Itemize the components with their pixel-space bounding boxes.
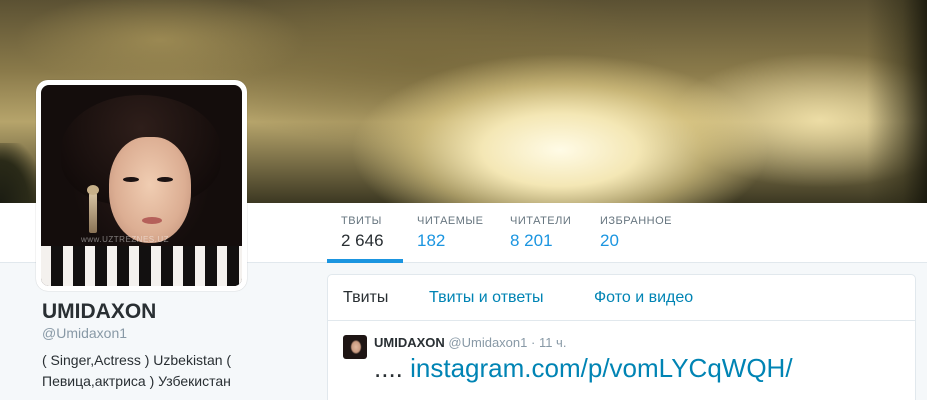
stat-following-value: 182 <box>417 231 446 250</box>
stat-followers-value: 8 201 <box>510 231 553 250</box>
stat-tweets-value: 2 646 <box>341 231 384 250</box>
avatar-eye-right <box>157 177 173 182</box>
timeline: Твиты Твиты и ответы Фото и видео UMIDAX… <box>327 274 916 400</box>
avatar-eye-left <box>123 177 139 182</box>
tab-tweets-and-replies[interactable]: Твиты и ответы <box>429 289 544 307</box>
avatar-earring <box>87 185 99 233</box>
tweet-header: UMIDAXON @Umidaxon1 · 11 ч. <box>374 335 566 350</box>
profile-name[interactable]: UMIDAXON <box>42 300 156 324</box>
tweet-avatar[interactable] <box>343 335 367 359</box>
tweet-author-name[interactable]: UMIDAXON <box>374 335 445 350</box>
tab-photos-and-videos[interactable]: Фото и видео <box>594 289 693 307</box>
stat-favorites-value: 20 <box>600 231 619 250</box>
avatar-dress <box>41 246 242 286</box>
tweet[interactable]: UMIDAXON @Umidaxon1 · 11 ч. .... instagr… <box>328 321 915 400</box>
stat-favorites[interactable]: ИЗБРАННОЕ 20 <box>600 203 672 263</box>
stat-tweets[interactable]: ТВИТЫ 2 646 <box>327 203 403 263</box>
tweet-text-prefix: .... <box>374 353 403 383</box>
tweet-timestamp[interactable]: 11 ч. <box>539 335 567 350</box>
stat-favorites-label: ИЗБРАННОЕ <box>600 215 672 227</box>
avatar-watermark: www.UZTREZNES.UZ <box>81 235 169 244</box>
tweet-separator: · <box>530 335 536 350</box>
tweet-text: .... instagram.com/p/vomLYCqWQH/ <box>374 353 793 384</box>
stat-followers-label: ЧИТАТЕЛИ <box>510 215 572 227</box>
banner-tree-left <box>0 143 40 203</box>
banner-tree-right <box>867 0 927 203</box>
profile-handle[interactable]: @Umidaxon1 <box>42 325 127 341</box>
profile-avatar[interactable]: www.UZTREZNES.UZ <box>41 85 242 286</box>
stat-following-label: ЧИТАЕМЫЕ <box>417 215 484 227</box>
avatar-lips <box>142 217 162 224</box>
tweet-link[interactable]: instagram.com/p/vomLYCqWQH/ <box>410 353 792 383</box>
tweet-author-handle[interactable]: @Umidaxon1 <box>448 335 527 350</box>
stat-followers[interactable]: ЧИТАТЕЛИ 8 201 <box>510 203 571 263</box>
timeline-tabs: Твиты Твиты и ответы Фото и видео <box>328 275 915 321</box>
avatar-face <box>109 137 191 243</box>
profile-bio: ( Singer,Actress ) Uzbekistan ( Певица,а… <box>42 352 232 389</box>
stat-tweets-label: ТВИТЫ <box>341 215 382 227</box>
profile-avatar-frame[interactable]: www.UZTREZNES.UZ <box>36 80 247 291</box>
tab-tweets[interactable]: Твиты <box>343 289 388 307</box>
stat-following[interactable]: ЧИТАЕМЫЕ 182 <box>417 203 484 263</box>
